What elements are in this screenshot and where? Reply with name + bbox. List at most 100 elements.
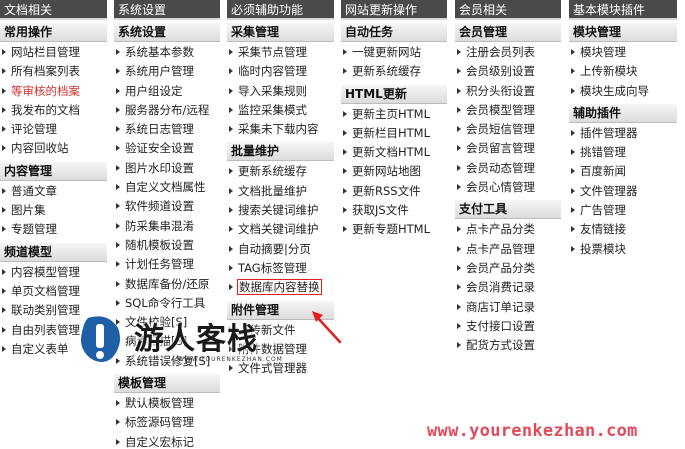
menu-item-image-sets[interactable]: 图片集	[0, 201, 107, 220]
menu-item-temp-content[interactable]: 临时内容管理	[227, 62, 334, 81]
triangle-bullet-icon	[116, 400, 120, 407]
menu-item-custom-doc-attributes[interactable]: 自定义文档属性	[114, 178, 220, 197]
menu-item-update-column-html[interactable]: 更新栏目HTML	[341, 124, 447, 143]
menu-item-store-orders[interactable]: 商店订单记录	[455, 298, 561, 317]
menu-item-error-reports[interactable]: 挑错管理	[569, 143, 677, 162]
menu-item-module-wizard[interactable]: 模块生成向导	[569, 82, 677, 101]
triangle-bullet-icon	[116, 87, 120, 94]
menu-item-update-cache[interactable]: 更新系统缓存	[227, 162, 334, 181]
menu-item-pending-review[interactable]: 等审核的档案	[0, 82, 107, 101]
menu-item-one-click-update[interactable]: 一键更新网站	[341, 43, 447, 62]
triangle-bullet-icon	[457, 322, 461, 329]
menu-item-software-channel[interactable]: 软件频道设置	[114, 197, 220, 216]
menu-item-comments[interactable]: 评论管理	[0, 120, 107, 139]
triangle-bullet-icon	[457, 245, 461, 252]
triangle-bullet-icon	[571, 49, 575, 55]
watermark-url: www.yourenkezhan.com	[427, 421, 638, 441]
menu-item-member-levels[interactable]: 会员级别设置	[455, 62, 561, 81]
menu-item-member-models[interactable]: 会员模型管理	[455, 101, 561, 120]
triangle-bullet-icon	[229, 106, 233, 113]
menu-item-sql-tool[interactable]: SQL命令行工具	[114, 294, 220, 313]
menu-item-update-home-html[interactable]: 更新主页HTML	[341, 105, 447, 124]
watermark-url-small: WWW.YOURENKEZHAN.COM	[178, 356, 283, 363]
menu-item-site-column[interactable]: 网站栏目管理	[0, 43, 107, 62]
menu-item-user-groups[interactable]: 用户组设定	[114, 82, 220, 101]
menu-item-search-keywords[interactable]: 搜索关键词维护	[227, 201, 334, 220]
menu-item-member-product-categories[interactable]: 会员产品分类	[455, 259, 561, 278]
menu-item-system-log[interactable]: 系统日志管理	[114, 120, 220, 139]
menu-item-update-doc-html[interactable]: 更新文档HTML	[341, 143, 447, 162]
menu-item-update-rss[interactable]: 更新RSS文件	[341, 182, 447, 201]
menu-item-collect-nodes[interactable]: 采集节点管理	[227, 43, 334, 62]
menu-item-import-rules[interactable]: 导入采集规则	[227, 82, 334, 101]
menu-item-custom-macros[interactable]: 自定义宏标记	[114, 433, 220, 449]
menu-item-random-templates[interactable]: 随机模板设置	[114, 236, 220, 255]
column-auxiliary: 必须辅助功能 采集管理 采集节点管理 临时内容管理 导入采集规则 监控采集模式 …	[227, 0, 334, 449]
triangle-bullet-icon	[571, 187, 575, 194]
triangle-bullet-icon	[457, 49, 461, 55]
section-header: 模板管理	[114, 374, 220, 394]
menu-item-scheduled-tasks[interactable]: 计划任务管理	[114, 255, 220, 274]
watermark-logo: 游人客栈 WWW.YOURENKEZHAN.COM	[78, 312, 308, 372]
menu-item-points-titles[interactable]: 积分头衔设置	[455, 82, 561, 101]
menu-item-upload-module[interactable]: 上传新模块	[569, 62, 677, 81]
menu-item-card-products[interactable]: 点卡产品管理	[455, 240, 561, 259]
menu-item-doc-keywords[interactable]: 文档关键词维护	[227, 220, 334, 239]
triangle-bullet-icon	[2, 326, 6, 333]
menu-item-single-pages[interactable]: 单页文档管理	[0, 282, 107, 301]
menu-item-servers-remote[interactable]: 服务器分布/远程	[114, 101, 220, 120]
triangle-bullet-icon	[343, 207, 347, 214]
menu-item-all-archives[interactable]: 所有档案列表	[0, 62, 107, 81]
menu-item-ads[interactable]: 广告管理	[569, 201, 677, 220]
menu-item-security-settings[interactable]: 验证安全设置	[114, 139, 220, 158]
triangle-bullet-icon	[229, 207, 233, 214]
menu-item-member-sms[interactable]: 会员短信管理	[455, 120, 561, 139]
menu-item-topics[interactable]: 专题管理	[0, 220, 107, 239]
menu-item-update-system-cache[interactable]: 更新系统缓存	[341, 62, 447, 81]
menu-item-anti-scrape[interactable]: 防采集串混淆	[114, 217, 220, 236]
triangle-bullet-icon	[457, 68, 461, 75]
menu-item-payment-settings[interactable]: 支付接口设置	[455, 317, 561, 336]
menu-item-collect-undownloaded[interactable]: 采集未下载内容	[227, 120, 334, 139]
menu-item-baidu-news[interactable]: 百度新闻	[569, 162, 677, 181]
menu-item-update-topic-html[interactable]: 更新专题HTML	[341, 220, 447, 239]
menu-item-consumption-records[interactable]: 会员消费记录	[455, 278, 561, 297]
menu-item-member-messages[interactable]: 会员留言管理	[455, 139, 561, 158]
menu-item-member-activity[interactable]: 会员动态管理	[455, 159, 561, 178]
menu-item-recycle-bin[interactable]: 内容回收站	[0, 139, 107, 158]
menu-item-content-models[interactable]: 内容模型管理	[0, 263, 107, 282]
menu-item-batch-docs[interactable]: 文档批量维护	[227, 182, 334, 201]
menu-item-friend-links[interactable]: 友情链接	[569, 220, 677, 239]
menu-item-file-manager-plugin[interactable]: 文件管理器	[569, 182, 677, 201]
menu-item-tag-management[interactable]: TAG标签管理	[227, 259, 334, 278]
menu-item-watermark-settings[interactable]: 图片水印设置	[114, 159, 220, 178]
menu-item-card-categories[interactable]: 点卡产品分类	[455, 220, 561, 239]
section-header: 采集管理	[227, 23, 334, 42]
menu-item-monitor-collect[interactable]: 监控采集模式	[227, 101, 334, 120]
menu-item-member-list[interactable]: 注册会员列表	[455, 43, 561, 62]
menu-item-articles[interactable]: 普通文章	[0, 182, 107, 201]
triangle-bullet-icon	[229, 264, 233, 271]
menu-item-default-templates[interactable]: 默认模板管理	[114, 394, 220, 413]
menu-item-db-backup[interactable]: 数据库备份/还原	[114, 275, 220, 294]
menu-item-basic-params[interactable]: 系统基本参数	[114, 43, 220, 62]
triangle-bullet-icon	[457, 145, 461, 152]
menu-item-db-replace[interactable]: 数据库内容替换	[227, 278, 334, 297]
menu-item-tag-source[interactable]: 标签源码管理	[114, 413, 220, 432]
menu-item-voting[interactable]: 投票模块	[569, 240, 677, 259]
menu-item-auto-summary[interactable]: 自动摘要|分页	[227, 240, 334, 259]
menu-item-module-management[interactable]: 模块管理	[569, 43, 677, 62]
triangle-bullet-icon	[116, 280, 120, 287]
menu-item-plugin-manager[interactable]: 插件管理器	[569, 124, 677, 143]
menu-item-my-documents[interactable]: 我发布的文档	[0, 101, 107, 120]
menu-item-get-js[interactable]: 获取JS文件	[341, 201, 447, 220]
column-members: 会员相关 会员管理 注册会员列表 会员级别设置 积分头衔设置 会员模型管理 会员…	[455, 0, 561, 449]
annotation-arrow-icon	[312, 311, 342, 344]
column-system-settings: 系统设置 系统设置 系统基本参数 系统用户管理 用户组设定 服务器分布/远程 系…	[114, 0, 220, 449]
menu-item-update-sitemap[interactable]: 更新网站地图	[341, 162, 447, 181]
menu-item-system-users[interactable]: 系统用户管理	[114, 62, 220, 81]
menu-item-member-moods[interactable]: 会员心情管理	[455, 178, 561, 197]
section-header: 自动任务	[341, 23, 447, 42]
column-title: 基本模块插件	[569, 0, 677, 20]
menu-item-delivery-settings[interactable]: 配货方式设置	[455, 336, 561, 355]
